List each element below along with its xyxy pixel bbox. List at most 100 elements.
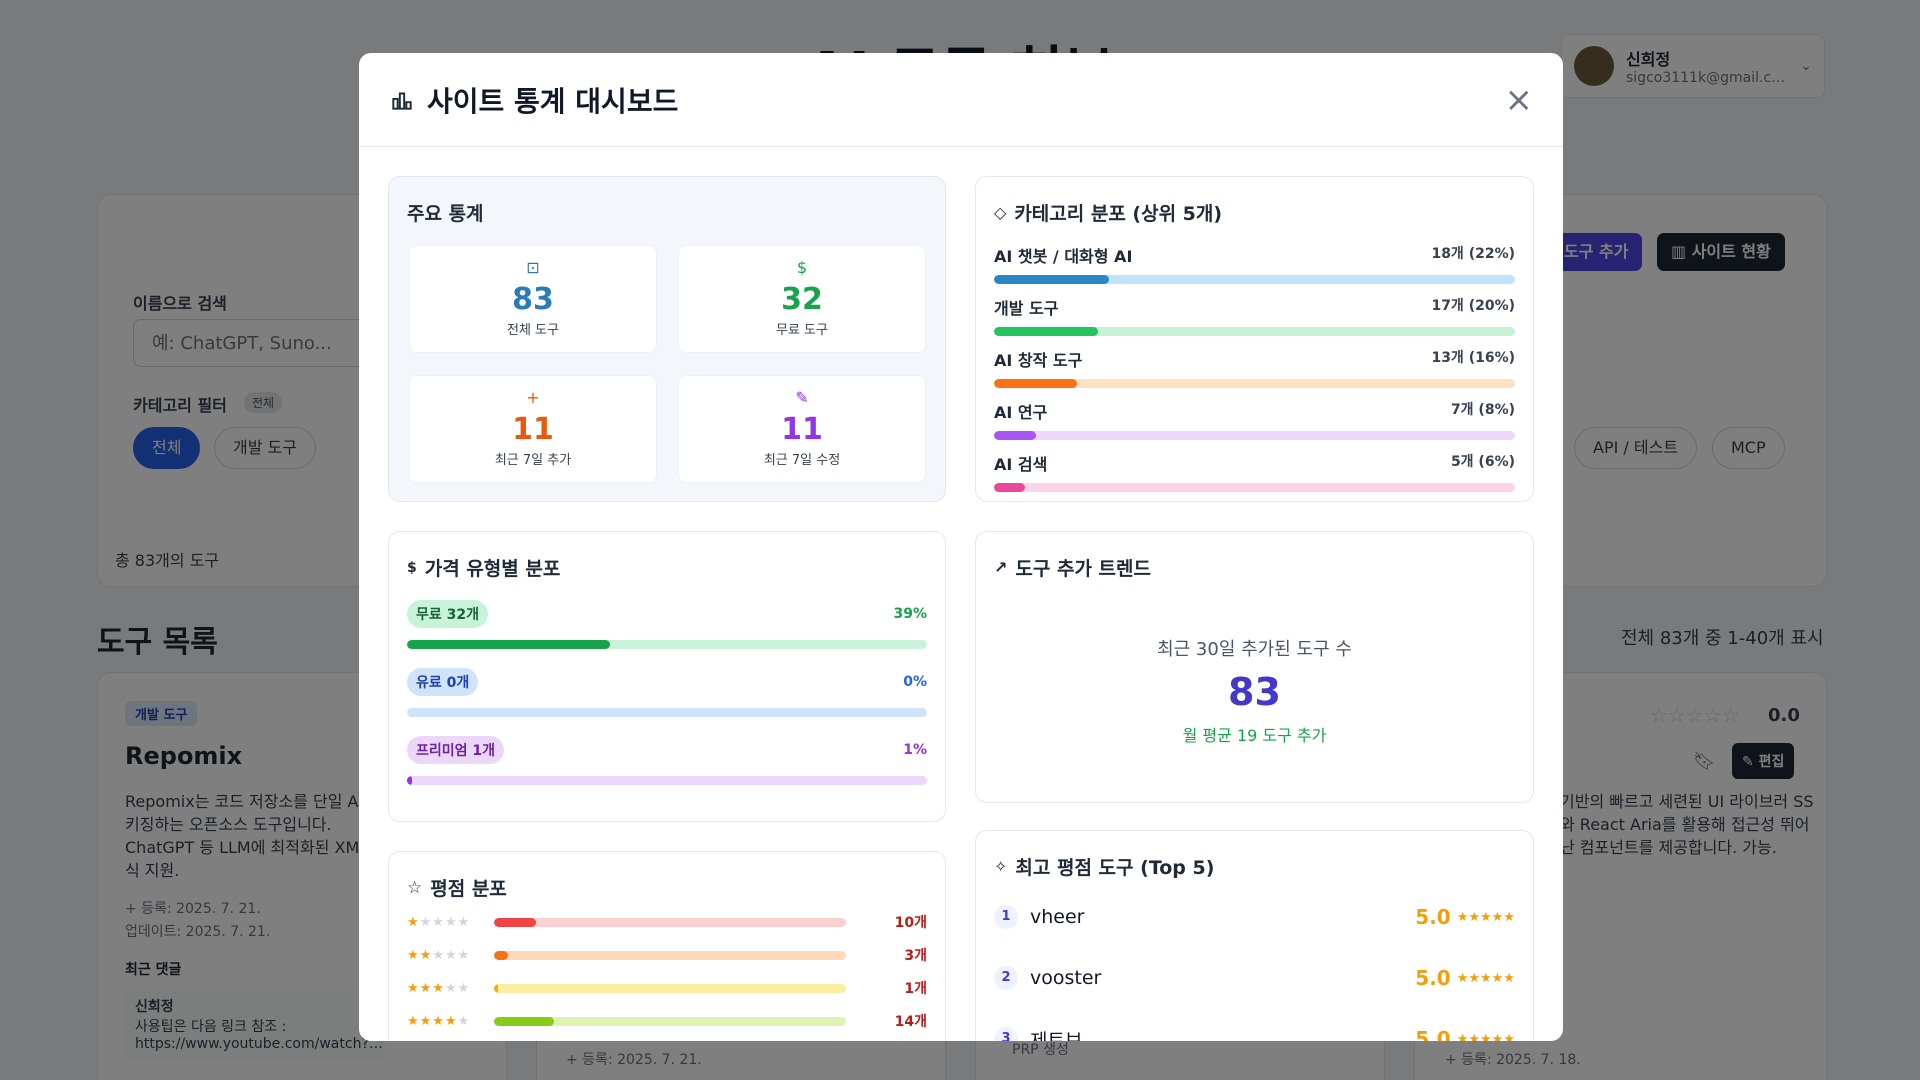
category-row: AI 창작 도구 13개 (16%) xyxy=(994,347,1515,388)
stat-value: 32 xyxy=(781,282,823,317)
category-distribution-header: ◇ 카테고리 분포 (상위 5개) xyxy=(994,199,1222,226)
rating-count: 1개 xyxy=(904,981,927,997)
price-pill: 프리미엄 1개 xyxy=(407,736,505,764)
price-distribution-title: 가격 유형별 분포 xyxy=(424,558,561,580)
rating-distribution-panel: ☆ 평점 분포 ★★★★★ 10개 ★★★★★ 3개 ★★★★★ 1개 ★★★★★ 14개 xyxy=(388,851,946,1041)
category-count: 18개 (22%) xyxy=(1431,246,1515,262)
category-count: 17개 (20%) xyxy=(1431,298,1515,314)
tool-name: 제트브 xyxy=(1030,1029,1083,1042)
rating-distribution-header: ☆ 평점 분포 xyxy=(407,874,507,901)
star-rating-icon: ★★★★★ xyxy=(1456,909,1515,925)
top-rated-item[interactable]: 1 vheer 5.0 ★★★★★ xyxy=(994,897,1515,937)
tool-score: 5.0 xyxy=(1415,1027,1451,1041)
stat-added-7d: + 11 최근 7일 추가 xyxy=(409,375,657,483)
rating-bar-track xyxy=(494,983,846,993)
top-rated-panel: ✧ 최고 평점 도구 (Top 5) 1 vheer 5.0 ★★★★★ 2 vooste… xyxy=(975,830,1534,1041)
edit-icon: ✎ xyxy=(795,388,809,407)
plus-icon: + xyxy=(526,388,540,407)
close-icon[interactable]: × xyxy=(1505,83,1534,117)
rating-bar-track xyxy=(494,917,846,927)
rating-distribution-title: 평점 분포 xyxy=(430,878,507,900)
rank-badge: 3 xyxy=(994,1027,1018,1041)
category-bar-track xyxy=(994,431,1515,440)
price-percent: 1% xyxy=(903,742,927,758)
modal-title: 사이트 통계 대시보드 xyxy=(427,84,679,118)
stat-value: 11 xyxy=(512,412,554,447)
category-name: AI 연구 xyxy=(994,403,1048,422)
tool-score: 5.0 xyxy=(1415,905,1451,929)
price-row-header: 무료 32개 39% xyxy=(407,600,927,628)
category-distribution-title: 카테고리 분포 (상위 5개) xyxy=(1014,203,1223,225)
star-rating-icon: ★★★★★ xyxy=(1456,970,1515,986)
trend-panel: ↗ 도구 추가 트렌드 최근 30일 추가된 도구 수 83 월 평균 19 도… xyxy=(975,531,1534,803)
price-percent: 0% xyxy=(903,674,927,690)
rating-stars-icon: ★★★★★ xyxy=(407,914,471,930)
trend-note: 월 평균 19 도구 추가 xyxy=(1182,726,1327,745)
trending-up-icon: ↗ xyxy=(994,558,1008,577)
tag-icon: ◇ xyxy=(994,203,1007,222)
rating-bar-fill xyxy=(494,917,537,927)
category-name: AI 챗봇 / 대화형 AI xyxy=(994,247,1133,266)
price-bar-fill xyxy=(407,640,610,649)
rating-bar-track xyxy=(494,1016,846,1026)
category-bar-track xyxy=(994,483,1515,492)
rank-badge: 2 xyxy=(994,966,1018,990)
price-row: 유료 0개 0% xyxy=(407,668,927,717)
stat-edited-7d: ✎ 11 최근 7일 수정 xyxy=(678,375,926,483)
rating-count: 10개 xyxy=(894,915,927,931)
top-rated-item[interactable]: 2 vooster 5.0 ★★★★★ xyxy=(994,958,1515,998)
category-row: AI 챗봇 / 대화형 AI 18개 (22%) xyxy=(994,243,1515,284)
price-row: 프리미엄 1개 1% xyxy=(407,736,927,785)
trend-header: ↗ 도구 추가 트렌드 xyxy=(994,554,1151,581)
stat-total-tools: ⊡ 83 전체 도구 xyxy=(409,245,657,353)
stat-value: 83 xyxy=(512,282,554,317)
category-row-header: AI 창작 도구 13개 (16%) xyxy=(994,347,1515,371)
price-row: 무료 32개 39% xyxy=(407,600,927,649)
sparkles-icon: ✧ xyxy=(994,857,1008,876)
rating-stars-icon: ★★★★★ xyxy=(407,1013,471,1029)
rating-stars-icon: ★★★★★ xyxy=(407,947,471,963)
star-rating-icon: ★★★★★ xyxy=(1456,1031,1515,1042)
price-bar-fill xyxy=(407,776,413,785)
top-rated-header: ✧ 최고 평점 도구 (Top 5) xyxy=(994,853,1214,880)
stat-value: 11 xyxy=(781,412,823,447)
top-rated-title: 최고 평점 도구 (Top 5) xyxy=(1015,857,1215,879)
rating-row: ★★★★★ 1개 xyxy=(407,978,927,998)
rank-badge: 1 xyxy=(994,905,1018,929)
category-name: 개발 도구 xyxy=(994,299,1059,318)
price-bar-track xyxy=(407,776,927,785)
price-bar-track xyxy=(407,708,927,717)
trend-value: 83 xyxy=(1228,670,1281,714)
price-row-header: 프리미엄 1개 1% xyxy=(407,736,927,764)
stat-label: 최근 7일 수정 xyxy=(763,453,841,468)
rating-bar-fill xyxy=(494,983,498,993)
category-row-header: AI 챗봇 / 대화형 AI 18개 (22%) xyxy=(994,243,1515,267)
category-row: 개발 도구 17개 (20%) xyxy=(994,295,1515,336)
price-distribution-panel: $ 가격 유형별 분포 무료 32개 39% 유료 0개 0% 프리미엄 1개 1% xyxy=(388,531,946,822)
price-bar-track xyxy=(407,640,927,649)
top-rated-item[interactable]: 3 제트브 5.0 ★★★★★ xyxy=(994,1019,1515,1041)
category-row-header: 개발 도구 17개 (20%) xyxy=(994,295,1515,319)
modal-header: 사이트 통계 대시보드 × xyxy=(359,53,1563,147)
package-icon: ⊡ xyxy=(526,258,540,277)
stat-label: 무료 도구 xyxy=(776,323,828,338)
category-row: AI 검색 5개 (6%) xyxy=(994,451,1515,492)
category-bar-fill xyxy=(994,327,1099,336)
category-row-header: AI 연구 7개 (8%) xyxy=(994,399,1515,423)
price-distribution-header: $ 가격 유형별 분포 xyxy=(407,554,560,581)
category-row-header: AI 검색 5개 (6%) xyxy=(994,451,1515,475)
price-pill: 무료 32개 xyxy=(407,600,488,628)
stat-label: 최근 7일 추가 xyxy=(494,453,572,468)
rating-count: 14개 xyxy=(894,1014,927,1030)
category-name: AI 창작 도구 xyxy=(994,351,1083,370)
tool-score: 5.0 xyxy=(1415,966,1451,990)
tool-name: vheer xyxy=(1030,906,1085,928)
rating-stars-icon: ★★★★★ xyxy=(407,980,471,996)
trend-subtitle: 최근 30일 추가된 도구 수 xyxy=(1157,639,1352,660)
category-name: AI 검색 xyxy=(994,455,1048,474)
category-bar-track xyxy=(994,327,1515,336)
stats-modal: 사이트 통계 대시보드 × 주요 통계 ⊡ 83 전체 도구 $ 32 무료 도… xyxy=(359,53,1563,1041)
price-percent: 39% xyxy=(893,606,927,622)
tool-name: vooster xyxy=(1030,967,1102,989)
price-row-header: 유료 0개 0% xyxy=(407,668,927,696)
